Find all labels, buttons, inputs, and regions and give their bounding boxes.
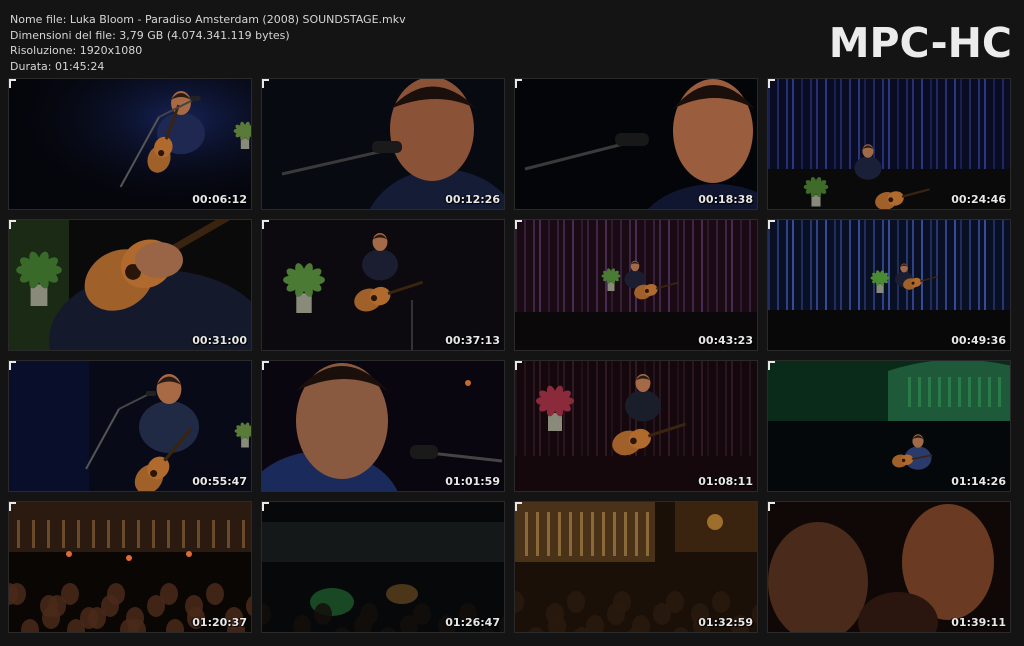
video-thumbnail[interactable]: 00:06:12 <box>8 78 252 210</box>
thumbnail-frame-image <box>262 502 504 632</box>
thumbnail-frame-image <box>768 361 1010 491</box>
thumbnail-timestamp: 00:18:38 <box>698 193 753 206</box>
video-thumbnail[interactable]: 01:26:47 <box>261 501 505 633</box>
thumbnail-frame-image <box>262 361 504 491</box>
thumbnail-frame-image <box>9 79 251 209</box>
thumbnail-frame-image <box>9 361 251 491</box>
video-thumbnail[interactable]: 01:32:59 <box>514 501 758 633</box>
channel-logo-icon <box>9 79 16 88</box>
video-thumbnail[interactable]: 01:08:11 <box>514 360 758 492</box>
thumbnail-timestamp: 00:06:12 <box>192 193 247 206</box>
thumbnail-frame-image <box>515 79 757 209</box>
thumbnail-frame-image <box>262 79 504 209</box>
channel-logo-icon <box>515 502 522 511</box>
channel-logo-icon <box>9 502 16 511</box>
video-thumbnail[interactable]: 01:39:11 <box>767 501 1011 633</box>
thumbnail-timestamp: 01:20:37 <box>192 616 247 629</box>
thumbnail-timestamp: 00:49:36 <box>951 334 1006 347</box>
thumbnail-frame-image <box>9 220 251 350</box>
channel-logo-icon <box>9 220 16 229</box>
video-thumbnail[interactable]: 00:12:26 <box>261 78 505 210</box>
channel-logo-icon <box>768 79 775 88</box>
video-thumbnail[interactable]: 01:20:37 <box>8 501 252 633</box>
file-name-text: Nome file: Luka Bloom - Paradiso Amsterd… <box>10 13 406 26</box>
thumbnail-timestamp: 00:31:00 <box>192 334 247 347</box>
thumbnail-timestamp: 00:24:46 <box>951 193 1006 206</box>
duration-text: Durata: 01:45:24 <box>10 59 105 73</box>
channel-logo-icon <box>262 79 269 88</box>
thumbnail-frame-image <box>262 220 504 350</box>
file-size-text: Dimensioni del file: 3,79 GB (4.074.341.… <box>10 28 290 42</box>
video-thumbnail[interactable]: 01:14:26 <box>767 360 1011 492</box>
video-thumbnail[interactable]: 00:37:13 <box>261 219 505 351</box>
channel-logo-icon <box>515 220 522 229</box>
thumbnail-timestamp: 01:08:11 <box>698 475 753 488</box>
channel-logo-icon <box>9 361 16 370</box>
video-thumbnail[interactable]: 01:01:59 <box>261 360 505 492</box>
thumbnail-frame-image <box>768 502 1010 632</box>
channel-logo-icon <box>768 502 775 511</box>
thumbnail-grid: 00:06:12 00:12:26 00:18:38 00:24:46 00:3… <box>8 78 1016 638</box>
video-thumbnail[interactable]: 00:55:47 <box>8 360 252 492</box>
thumbnail-frame-image <box>768 79 1010 209</box>
channel-logo-icon <box>768 361 775 370</box>
channel-logo-icon <box>768 220 775 229</box>
thumbnail-timestamp: 00:55:47 <box>192 475 247 488</box>
video-thumbnail[interactable]: 00:31:00 <box>8 219 252 351</box>
thumbnail-frame-image <box>515 220 757 350</box>
thumbnail-frame-image <box>768 220 1010 350</box>
channel-logo-icon <box>515 79 522 88</box>
video-thumbnail[interactable]: 00:43:23 <box>514 219 758 351</box>
channel-logo-icon <box>262 502 269 511</box>
channel-logo-icon <box>515 361 522 370</box>
thumbnail-timestamp: 00:37:13 <box>445 334 500 347</box>
thumbnail-timestamp: 00:12:26 <box>445 193 500 206</box>
thumbnail-timestamp: 00:43:23 <box>698 334 753 347</box>
thumbnail-timestamp: 01:14:26 <box>951 475 1006 488</box>
channel-logo-icon <box>262 361 269 370</box>
channel-logo-icon <box>262 220 269 229</box>
video-thumbnail[interactable]: 00:49:36 <box>767 219 1011 351</box>
thumbnail-timestamp: 01:39:11 <box>951 616 1006 629</box>
thumbnail-frame-image <box>515 361 757 491</box>
thumbnail-timestamp: 01:32:59 <box>698 616 753 629</box>
thumbnail-timestamp: 01:26:47 <box>445 616 500 629</box>
thumbnail-frame-image <box>9 502 251 632</box>
video-thumbnail[interactable]: 00:18:38 <box>514 78 758 210</box>
thumbnail-timestamp: 01:01:59 <box>445 475 500 488</box>
video-thumbnail[interactable]: 00:24:46 <box>767 78 1011 210</box>
file-info-panel: Nome file: Luka Bloom - Paradiso Amsterd… <box>10 12 406 74</box>
resolution-text: Risoluzione: 1920x1080 <box>10 44 143 57</box>
mpc-hc-logo-text: MPC-HC <box>828 19 1012 67</box>
thumbnail-frame-image <box>515 502 757 632</box>
